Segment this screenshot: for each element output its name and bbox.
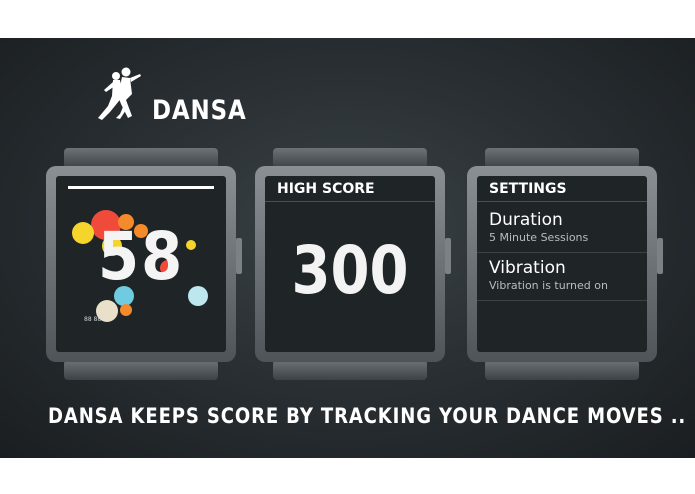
score-watch: 58 88 88: [46, 148, 242, 380]
score-footnote: 88 88: [84, 316, 102, 323]
watch-crown-button[interactable]: [445, 238, 451, 274]
score-progress-bar: [68, 186, 214, 189]
watch-strap: [485, 360, 639, 380]
high-score-watch: HIGH SCORE 300: [255, 148, 451, 380]
high-score-screen: HIGH SCORE 300: [265, 176, 435, 352]
promo-background: DANSA 58 88 88 HIGH SCORE 300 SETTINGS D…: [0, 38, 695, 458]
watch-strap: [485, 148, 639, 168]
score-value: 58: [97, 218, 185, 295]
watch-strap: [64, 360, 218, 380]
promo-caption: DANSA KEEPS SCORE BY TRACKING YOUR DANCE…: [48, 404, 687, 428]
settings-item-label: Vibration: [489, 258, 566, 278]
high-score-value: 300: [291, 232, 409, 309]
settings-item-label: Duration: [489, 210, 563, 230]
divider: [477, 252, 647, 253]
watch-crown-button[interactable]: [236, 238, 242, 274]
dancing-couple-icon: [98, 67, 141, 120]
settings-watch: SETTINGS Duration 5 Minute Sessions Vibr…: [467, 148, 663, 380]
watch-body: SETTINGS Duration 5 Minute Sessions Vibr…: [467, 166, 663, 362]
watch-strap: [64, 148, 218, 168]
settings-item-vibration[interactable]: Vibration Vibration is turned on: [489, 258, 639, 294]
brand-title: DANSA: [152, 95, 247, 126]
high-score-title: HIGH SCORE: [265, 176, 435, 202]
watch-crown-button[interactable]: [657, 238, 663, 274]
score-screen: 58 88 88: [56, 176, 226, 352]
settings-title: SETTINGS: [477, 176, 647, 202]
watch-body: HIGH SCORE 300: [255, 166, 451, 362]
settings-screen: SETTINGS Duration 5 Minute Sessions Vibr…: [477, 176, 647, 352]
settings-item-value: 5 Minute Sessions: [489, 231, 589, 244]
watch-body: 58 88 88: [46, 166, 242, 362]
watch-strap: [273, 148, 427, 168]
settings-item-value: Vibration is turned on: [489, 279, 608, 292]
bubble: [120, 304, 132, 316]
settings-item-duration[interactable]: Duration 5 Minute Sessions: [489, 210, 639, 246]
watch-strap: [273, 360, 427, 380]
divider: [477, 300, 647, 301]
